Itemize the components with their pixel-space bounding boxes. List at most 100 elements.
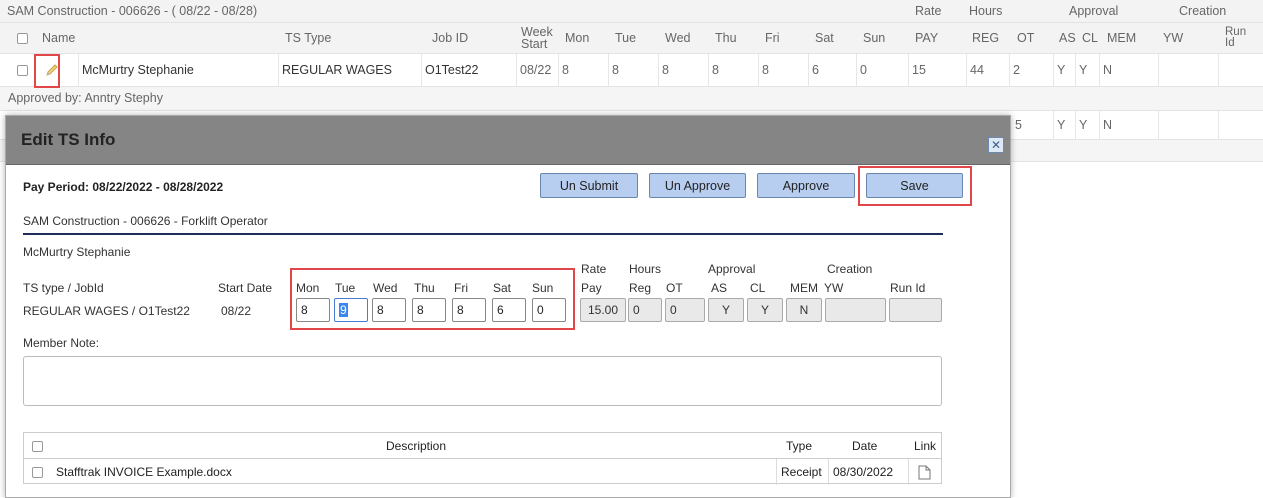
approved-by-row: Approved by: Anntry Stephy — [0, 87, 1263, 111]
label-wed: Wed — [373, 281, 398, 295]
header-approval: Approval — [1069, 3, 1119, 18]
close-icon: ✕ — [990, 138, 1002, 152]
attachments-table: Description Type Date Link Stafftrak INV… — [23, 432, 942, 485]
member-note-textarea[interactable] — [23, 356, 942, 406]
list-item[interactable]: Stafftrak INVOICE Example.docx Receipt 0… — [24, 459, 941, 485]
col-type: Type — [786, 439, 813, 453]
col-week-start[interactable]: Week Start — [518, 23, 556, 53]
row-checkbox[interactable] — [17, 64, 28, 76]
row-sat: 6 — [808, 54, 856, 86]
row-fri: 8 — [758, 54, 808, 86]
document-icon — [918, 465, 931, 479]
member-name: McMurtry Stephanie — [23, 245, 131, 259]
col-tue[interactable]: Tue — [612, 23, 636, 53]
row-sun: 0 — [856, 54, 908, 86]
col-mem[interactable]: MEM — [1104, 23, 1136, 53]
unapprove-button[interactable]: Un Approve — [649, 173, 746, 198]
label-sat: Sat — [493, 281, 512, 295]
col-pay[interactable]: PAY — [912, 23, 938, 53]
col-sun[interactable]: Sun — [860, 23, 885, 53]
col-sat[interactable]: Sat — [812, 23, 834, 53]
row-week-start: 08/22 — [516, 54, 558, 86]
ts-type-jobid-value: REGULAR WAGES / O1Test22 — [23, 304, 190, 318]
fri-hours-input[interactable]: 8 — [452, 298, 486, 322]
col-link: Link — [914, 439, 937, 453]
label-mem: MEM — [790, 281, 818, 295]
row-job-id: O1Test22 — [421, 54, 516, 86]
group-title: SAM Construction - 006626 - ( 08/22 - 08… — [7, 3, 258, 18]
yw-field — [825, 298, 886, 322]
label-sun: Sun — [532, 281, 554, 295]
label-thu: Thu — [414, 281, 435, 295]
col-ot[interactable]: OT — [1014, 23, 1034, 53]
cl-field: Y — [747, 298, 783, 322]
table-row[interactable]: McMurtry Stephanie REGULAR WAGES O1Test2… — [0, 54, 1263, 87]
grid-column-header: Name TS Type Job ID Week Start Mon Tue W… — [0, 23, 1263, 54]
mon-hours-input[interactable]: 8 — [296, 298, 330, 322]
row-ot: 2 — [1009, 54, 1053, 86]
row-pay: 15 — [908, 54, 966, 86]
wed-hours-input[interactable]: 8 — [372, 298, 406, 322]
col-as[interactable]: AS — [1056, 23, 1076, 53]
row-tue: 8 — [608, 54, 658, 86]
select-all-attachments-checkbox[interactable] — [32, 440, 43, 452]
select-all-checkbox[interactable] — [17, 32, 28, 44]
label-start-date: Start Date — [218, 281, 273, 295]
row2-ot: 5 — [1015, 117, 1022, 132]
approved-by-text: Approved by: Anntry Stephy — [8, 91, 163, 106]
row-reg: 44 — [966, 54, 1009, 86]
col-ts-type[interactable]: TS Type — [282, 23, 331, 53]
edit-ts-modal: Edit TS Info ✕ Pay Period: 08/22/2022 - … — [5, 115, 1011, 498]
save-button[interactable]: Save — [866, 173, 963, 198]
header-rate: Rate — [915, 3, 942, 18]
tue-hours-input[interactable]: 9 — [334, 298, 368, 322]
close-button[interactable]: ✕ — [988, 137, 1004, 153]
col-mon[interactable]: Mon — [562, 23, 589, 53]
row-mon: 8 — [558, 54, 608, 86]
col-thu[interactable]: Thu — [712, 23, 737, 53]
attachment-checkbox[interactable] — [32, 466, 43, 478]
row2-cl: Y — [1075, 111, 1099, 139]
pay-rate-field: 15.00 — [580, 298, 626, 322]
label-fri: Fri — [454, 281, 468, 295]
divider — [23, 233, 943, 235]
col-yw[interactable]: YW — [1160, 23, 1183, 53]
row-ts-type: REGULAR WAGES — [278, 54, 421, 86]
as-field: Y — [708, 298, 744, 322]
label-ot: OT — [666, 281, 683, 295]
attachment-description: Stafftrak INVOICE Example.docx — [56, 465, 232, 479]
row-thu: 8 — [708, 54, 758, 86]
col-name[interactable]: Name — [39, 23, 75, 53]
edit-pencil-icon[interactable] — [41, 54, 60, 86]
sat-hours-input[interactable]: 6 — [492, 298, 526, 322]
label-mon: Mon — [296, 281, 320, 295]
approve-button[interactable]: Approve — [757, 173, 855, 198]
col-reg[interactable]: REG — [969, 23, 999, 53]
reg-hours-field: 0 — [628, 298, 662, 322]
sun-hours-input[interactable]: 0 — [532, 298, 566, 322]
col-fri[interactable]: Fri — [762, 23, 780, 53]
attachment-type: Receipt — [776, 459, 828, 485]
row-cl: Y — [1075, 54, 1099, 86]
col-wed[interactable]: Wed — [662, 23, 690, 53]
row-wed: 8 — [658, 54, 708, 86]
label-as: AS — [711, 281, 728, 295]
col-job-id[interactable]: Job ID — [429, 23, 468, 53]
col-run-id[interactable]: Run Id — [1222, 23, 1256, 53]
row2-mem: N — [1099, 111, 1158, 139]
label-ts-type-jobid: TS type / JobId — [23, 281, 104, 295]
unsubmit-button[interactable]: Un Submit — [540, 173, 638, 198]
modal-title: Edit TS Info — [21, 130, 116, 149]
attachment-link[interactable] — [908, 459, 943, 485]
tue-selected-value: 9 — [339, 303, 348, 317]
member-note-label: Member Note: — [23, 336, 100, 350]
col-cl[interactable]: CL — [1079, 23, 1098, 53]
col-date: Date — [852, 439, 878, 453]
label-pay: Pay — [581, 281, 602, 295]
label-yw: YW — [824, 281, 844, 295]
col-description: Description — [385, 439, 447, 453]
header-hours: Hours — [969, 3, 1003, 18]
header-approval: Approval — [708, 262, 756, 276]
header-rate: Rate — [581, 262, 607, 276]
thu-hours-input[interactable]: 8 — [412, 298, 446, 322]
